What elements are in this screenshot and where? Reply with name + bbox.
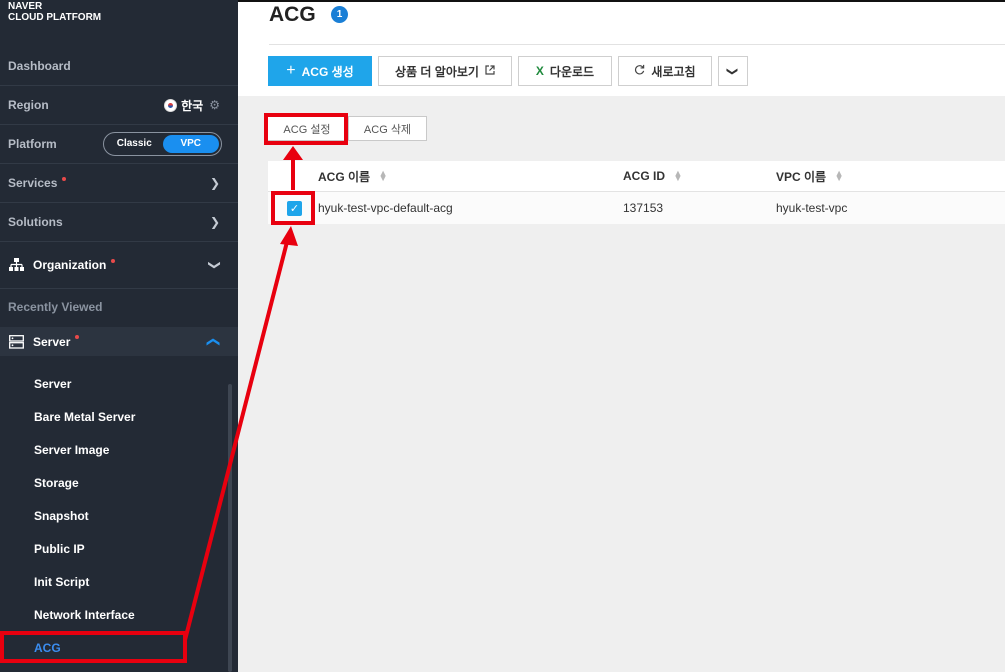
- page-header: ACG 1 + ACG 생성 상품 더 알아보기 X 다운로드 새로고침 ❯: [238, 0, 1005, 96]
- column-label: ACG 이름: [318, 169, 371, 184]
- server-sub-menu: Server Bare Metal Server Server Image St…: [0, 368, 238, 665]
- sidebar-group-server[interactable]: Server ❯: [0, 327, 238, 356]
- row-checkbox[interactable]: ✓: [287, 192, 302, 224]
- organization-label: Organization: [33, 258, 107, 272]
- platform-option-classic[interactable]: Classic: [106, 135, 163, 153]
- check-icon: ✓: [287, 200, 302, 216]
- brand-line2: CLOUD PLATFORM: [8, 12, 102, 23]
- create-acg-button[interactable]: + ACG 생성: [268, 56, 372, 86]
- sidebar-item-region[interactable]: Region 한국 ⚙: [0, 86, 238, 125]
- recently-viewed-label: Recently Viewed: [8, 300, 103, 314]
- count-badge: 1: [331, 6, 348, 23]
- download-label: 다운로드: [549, 64, 595, 79]
- sidebar-item-organization[interactable]: Organization ❯: [0, 242, 238, 289]
- platform-label: Platform: [8, 137, 57, 151]
- sort-icon: ▲ ▼: [834, 168, 844, 183]
- column-header-acg-name[interactable]: ACG 이름 ▲ ▼: [318, 161, 388, 191]
- sidebar-item-public-ip[interactable]: Public IP: [0, 533, 238, 566]
- korea-flag-icon: [164, 98, 178, 112]
- sidebar-item-services[interactable]: Services ❯: [0, 164, 238, 203]
- chevron-down-icon: ❯: [726, 66, 739, 76]
- page-title: ACG: [269, 3, 316, 26]
- platform-toggle[interactable]: Classic VPC: [103, 132, 222, 156]
- acg-table: ACG 이름 ▲ ▼ ACG ID ▲ ▼ VPC 이름 ▲ ▼ ✓ hyuk-tes…: [268, 161, 1005, 224]
- services-label: Services: [8, 176, 58, 190]
- sidebar-item-platform: Platform Classic VPC: [0, 125, 238, 164]
- sidebar-item-solutions[interactable]: Solutions ❯: [0, 203, 238, 242]
- external-link-icon: [485, 64, 495, 78]
- new-dot: [111, 258, 116, 263]
- acg-settings-label: ACG 설정: [283, 123, 331, 136]
- excel-icon: X: [535, 64, 544, 78]
- sort-icon: ▲ ▼: [378, 168, 388, 183]
- cell-acg-name: hyuk-test-vpc-default-acg: [318, 201, 453, 215]
- cell-acg-id: 137153: [623, 201, 664, 215]
- refresh-label: 새로고침: [651, 64, 696, 79]
- download-button[interactable]: X 다운로드: [518, 56, 612, 86]
- sidebar-item-network-interface[interactable]: Network Interface: [0, 599, 238, 632]
- new-dot: [62, 176, 67, 181]
- platform-option-vpc[interactable]: VPC: [162, 135, 219, 153]
- chevron-right-icon: ❯: [209, 176, 220, 190]
- sidebar-item-snapshot[interactable]: Snapshot: [0, 500, 238, 533]
- brand-logo[interactable]: NAVER CLOUD PLATFORM: [8, 1, 101, 23]
- acg-delete-label: ACG 삭제: [363, 123, 412, 136]
- plus-icon: +: [286, 62, 296, 79]
- acg-settings-button[interactable]: ACG 설정: [267, 116, 347, 141]
- solutions-label: Solutions: [8, 215, 63, 229]
- create-acg-label: ACG 생성: [301, 64, 354, 79]
- new-dot: [75, 335, 80, 339]
- refresh-button[interactable]: 새로고침: [618, 56, 712, 86]
- chevron-up-icon: ❯: [204, 336, 220, 347]
- refresh-icon: [634, 64, 645, 78]
- cell-vpc-name: hyuk-test-vpc: [776, 201, 848, 215]
- column-label: VPC 이름: [776, 169, 827, 184]
- acg-delete-button[interactable]: ACG 삭제: [348, 116, 427, 141]
- header-divider: [269, 44, 1005, 45]
- header-top-border: [238, 0, 1005, 2]
- column-header-acg-id[interactable]: ACG ID ▲ ▼: [623, 161, 683, 191]
- table-row[interactable]: ✓ hyuk-test-vpc-default-acg 137153 hyuk-…: [268, 192, 1005, 224]
- main-content: ACG 1 + ACG 생성 상품 더 알아보기 X 다운로드 새로고침 ❯ A…: [238, 0, 1005, 672]
- server-group-label: Server: [33, 334, 71, 349]
- organization-icon: [8, 258, 24, 272]
- sidebar-item-init-script[interactable]: Init Script: [0, 566, 238, 599]
- table-header: ACG 이름 ▲ ▼ ACG ID ▲ ▼ VPC 이름 ▲ ▼: [268, 161, 1005, 192]
- learn-more-label: 상품 더 알아보기: [395, 64, 479, 79]
- column-header-vpc-name[interactable]: VPC 이름 ▲ ▼: [776, 161, 844, 191]
- learn-more-button[interactable]: 상품 더 알아보기: [378, 56, 512, 86]
- chevron-down-icon: ❯: [207, 259, 222, 271]
- region-label: Region: [8, 98, 49, 112]
- dashboard-label: Dashboard: [8, 59, 71, 73]
- sidebar-item-dashboard[interactable]: Dashboard: [0, 47, 238, 86]
- sidebar-item-server[interactable]: Server: [0, 368, 238, 401]
- sidebar: NAVER CLOUD PLATFORM Dashboard Region 한국…: [0, 0, 238, 672]
- region-value: 한국: [181, 98, 204, 113]
- sort-icon: ▲ ▼: [673, 168, 683, 183]
- more-dropdown-button[interactable]: ❯: [718, 56, 748, 86]
- gear-icon[interactable]: ⚙: [209, 98, 220, 112]
- sidebar-item-bare-metal-server[interactable]: Bare Metal Server: [0, 401, 238, 434]
- chevron-right-icon: ❯: [209, 215, 220, 229]
- sidebar-scrollbar[interactable]: [228, 384, 232, 672]
- sidebar-item-storage[interactable]: Storage: [0, 467, 238, 500]
- column-label: ACG ID: [623, 169, 665, 183]
- brand-line1: NAVER: [8, 1, 43, 12]
- server-icon: [8, 334, 24, 349]
- sidebar-item-acg[interactable]: ACG: [0, 632, 238, 665]
- sidebar-item-server-image[interactable]: Server Image: [0, 434, 238, 467]
